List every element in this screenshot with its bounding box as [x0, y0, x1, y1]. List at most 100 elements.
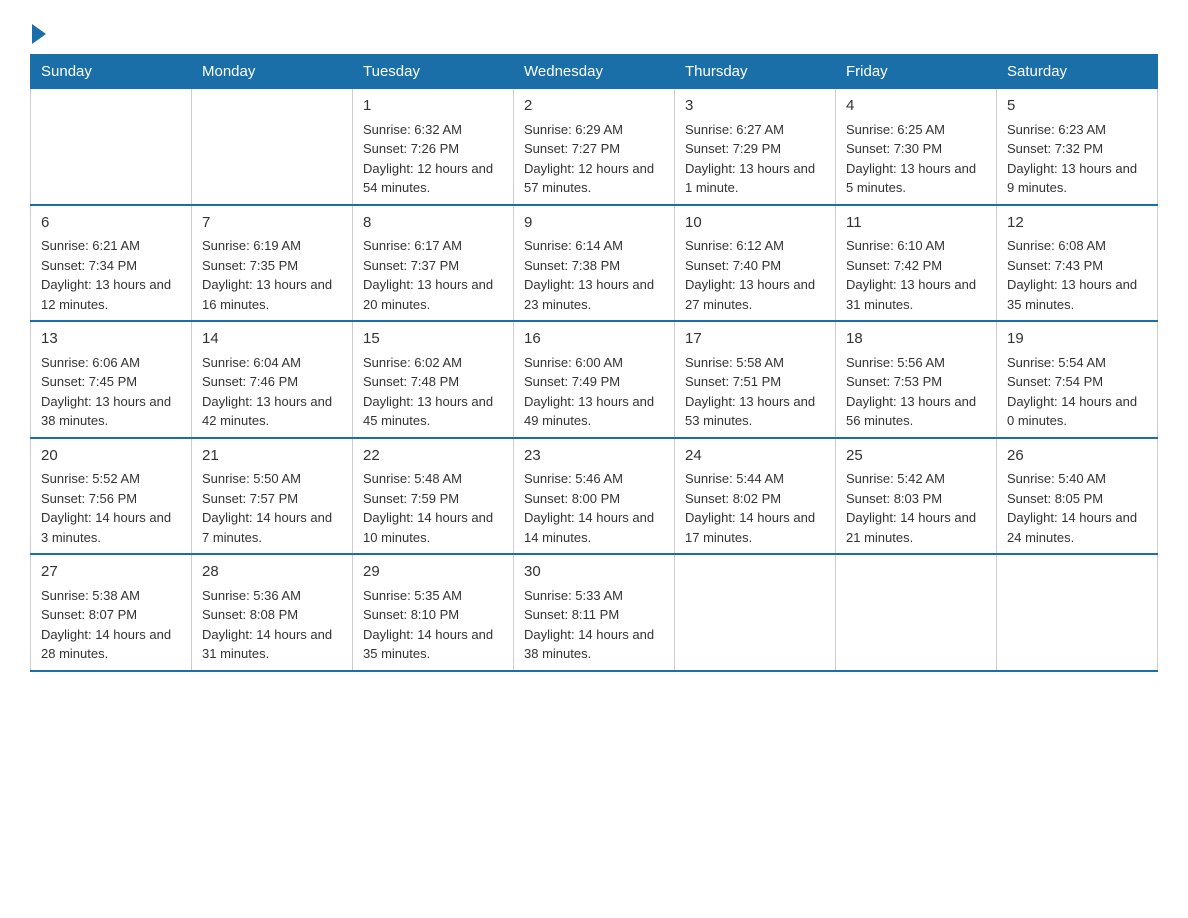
calendar-cell: 6Sunrise: 6:21 AMSunset: 7:34 PMDaylight… [31, 205, 192, 322]
day-info: Sunrise: 6:14 AMSunset: 7:38 PMDaylight:… [524, 236, 664, 314]
day-info: Sunrise: 5:40 AMSunset: 8:05 PMDaylight:… [1007, 469, 1147, 547]
day-info: Sunrise: 5:52 AMSunset: 7:56 PMDaylight:… [41, 469, 181, 547]
logo [30, 20, 46, 44]
day-number: 19 [1007, 328, 1147, 351]
day-number: 7 [202, 212, 342, 235]
day-number: 27 [41, 561, 181, 584]
calendar-cell: 3Sunrise: 6:27 AMSunset: 7:29 PMDaylight… [675, 89, 836, 205]
day-info: Sunrise: 5:33 AMSunset: 8:11 PMDaylight:… [524, 586, 664, 664]
day-info: Sunrise: 5:44 AMSunset: 8:02 PMDaylight:… [685, 469, 825, 547]
day-info: Sunrise: 6:02 AMSunset: 7:48 PMDaylight:… [363, 353, 503, 431]
calendar-cell: 5Sunrise: 6:23 AMSunset: 7:32 PMDaylight… [997, 89, 1158, 205]
day-number: 12 [1007, 212, 1147, 235]
calendar-cell: 11Sunrise: 6:10 AMSunset: 7:42 PMDayligh… [836, 205, 997, 322]
calendar-week-row: 13Sunrise: 6:06 AMSunset: 7:45 PMDayligh… [31, 321, 1158, 438]
weekday-header: Tuesday [353, 55, 514, 89]
day-number: 30 [524, 561, 664, 584]
calendar-cell: 16Sunrise: 6:00 AMSunset: 7:49 PMDayligh… [514, 321, 675, 438]
day-info: Sunrise: 5:35 AMSunset: 8:10 PMDaylight:… [363, 586, 503, 664]
calendar-cell: 8Sunrise: 6:17 AMSunset: 7:37 PMDaylight… [353, 205, 514, 322]
day-info: Sunrise: 5:54 AMSunset: 7:54 PMDaylight:… [1007, 353, 1147, 431]
calendar-table: SundayMondayTuesdayWednesdayThursdayFrid… [30, 54, 1158, 672]
calendar-cell [192, 89, 353, 205]
day-number: 16 [524, 328, 664, 351]
weekday-header: Thursday [675, 55, 836, 89]
day-number: 6 [41, 212, 181, 235]
day-info: Sunrise: 6:25 AMSunset: 7:30 PMDaylight:… [846, 120, 986, 198]
calendar-header-row: SundayMondayTuesdayWednesdayThursdayFrid… [31, 55, 1158, 89]
day-number: 28 [202, 561, 342, 584]
day-info: Sunrise: 5:38 AMSunset: 8:07 PMDaylight:… [41, 586, 181, 664]
day-number: 1 [363, 95, 503, 118]
calendar-cell: 13Sunrise: 6:06 AMSunset: 7:45 PMDayligh… [31, 321, 192, 438]
calendar-cell: 28Sunrise: 5:36 AMSunset: 8:08 PMDayligh… [192, 554, 353, 671]
calendar-cell: 7Sunrise: 6:19 AMSunset: 7:35 PMDaylight… [192, 205, 353, 322]
day-number: 3 [685, 95, 825, 118]
calendar-week-row: 27Sunrise: 5:38 AMSunset: 8:07 PMDayligh… [31, 554, 1158, 671]
calendar-cell: 14Sunrise: 6:04 AMSunset: 7:46 PMDayligh… [192, 321, 353, 438]
calendar-cell: 17Sunrise: 5:58 AMSunset: 7:51 PMDayligh… [675, 321, 836, 438]
day-number: 15 [363, 328, 503, 351]
calendar-cell: 23Sunrise: 5:46 AMSunset: 8:00 PMDayligh… [514, 438, 675, 555]
day-number: 9 [524, 212, 664, 235]
weekday-header: Sunday [31, 55, 192, 89]
calendar-cell [997, 554, 1158, 671]
day-info: Sunrise: 6:23 AMSunset: 7:32 PMDaylight:… [1007, 120, 1147, 198]
day-info: Sunrise: 6:32 AMSunset: 7:26 PMDaylight:… [363, 120, 503, 198]
day-info: Sunrise: 6:12 AMSunset: 7:40 PMDaylight:… [685, 236, 825, 314]
calendar-cell: 15Sunrise: 6:02 AMSunset: 7:48 PMDayligh… [353, 321, 514, 438]
day-number: 4 [846, 95, 986, 118]
day-info: Sunrise: 5:48 AMSunset: 7:59 PMDaylight:… [363, 469, 503, 547]
day-info: Sunrise: 6:21 AMSunset: 7:34 PMDaylight:… [41, 236, 181, 314]
day-info: Sunrise: 6:06 AMSunset: 7:45 PMDaylight:… [41, 353, 181, 431]
day-number: 14 [202, 328, 342, 351]
day-number: 22 [363, 445, 503, 468]
calendar-cell: 9Sunrise: 6:14 AMSunset: 7:38 PMDaylight… [514, 205, 675, 322]
day-info: Sunrise: 6:08 AMSunset: 7:43 PMDaylight:… [1007, 236, 1147, 314]
calendar-cell [675, 554, 836, 671]
calendar-cell: 27Sunrise: 5:38 AMSunset: 8:07 PMDayligh… [31, 554, 192, 671]
calendar-cell [31, 89, 192, 205]
calendar-cell: 1Sunrise: 6:32 AMSunset: 7:26 PMDaylight… [353, 89, 514, 205]
day-info: Sunrise: 6:17 AMSunset: 7:37 PMDaylight:… [363, 236, 503, 314]
calendar-cell: 10Sunrise: 6:12 AMSunset: 7:40 PMDayligh… [675, 205, 836, 322]
day-number: 23 [524, 445, 664, 468]
day-number: 29 [363, 561, 503, 584]
day-number: 21 [202, 445, 342, 468]
day-info: Sunrise: 5:46 AMSunset: 8:00 PMDaylight:… [524, 469, 664, 547]
calendar-cell [836, 554, 997, 671]
day-info: Sunrise: 5:56 AMSunset: 7:53 PMDaylight:… [846, 353, 986, 431]
calendar-cell: 21Sunrise: 5:50 AMSunset: 7:57 PMDayligh… [192, 438, 353, 555]
calendar-cell: 22Sunrise: 5:48 AMSunset: 7:59 PMDayligh… [353, 438, 514, 555]
day-number: 5 [1007, 95, 1147, 118]
weekday-header: Friday [836, 55, 997, 89]
day-number: 24 [685, 445, 825, 468]
calendar-cell: 25Sunrise: 5:42 AMSunset: 8:03 PMDayligh… [836, 438, 997, 555]
weekday-header: Monday [192, 55, 353, 89]
calendar-cell: 12Sunrise: 6:08 AMSunset: 7:43 PMDayligh… [997, 205, 1158, 322]
calendar-week-row: 1Sunrise: 6:32 AMSunset: 7:26 PMDaylight… [31, 89, 1158, 205]
day-info: Sunrise: 5:50 AMSunset: 7:57 PMDaylight:… [202, 469, 342, 547]
calendar-cell: 30Sunrise: 5:33 AMSunset: 8:11 PMDayligh… [514, 554, 675, 671]
calendar-cell: 24Sunrise: 5:44 AMSunset: 8:02 PMDayligh… [675, 438, 836, 555]
day-number: 11 [846, 212, 986, 235]
weekday-header: Wednesday [514, 55, 675, 89]
day-number: 26 [1007, 445, 1147, 468]
calendar-cell: 19Sunrise: 5:54 AMSunset: 7:54 PMDayligh… [997, 321, 1158, 438]
day-info: Sunrise: 6:04 AMSunset: 7:46 PMDaylight:… [202, 353, 342, 431]
day-number: 8 [363, 212, 503, 235]
calendar-cell: 2Sunrise: 6:29 AMSunset: 7:27 PMDaylight… [514, 89, 675, 205]
day-number: 18 [846, 328, 986, 351]
day-info: Sunrise: 6:19 AMSunset: 7:35 PMDaylight:… [202, 236, 342, 314]
day-number: 10 [685, 212, 825, 235]
calendar-cell: 26Sunrise: 5:40 AMSunset: 8:05 PMDayligh… [997, 438, 1158, 555]
page-header [30, 20, 1158, 44]
day-info: Sunrise: 6:27 AMSunset: 7:29 PMDaylight:… [685, 120, 825, 198]
day-number: 17 [685, 328, 825, 351]
day-info: Sunrise: 6:29 AMSunset: 7:27 PMDaylight:… [524, 120, 664, 198]
calendar-cell: 4Sunrise: 6:25 AMSunset: 7:30 PMDaylight… [836, 89, 997, 205]
day-number: 20 [41, 445, 181, 468]
calendar-week-row: 20Sunrise: 5:52 AMSunset: 7:56 PMDayligh… [31, 438, 1158, 555]
calendar-week-row: 6Sunrise: 6:21 AMSunset: 7:34 PMDaylight… [31, 205, 1158, 322]
logo-arrow-icon [32, 24, 46, 44]
